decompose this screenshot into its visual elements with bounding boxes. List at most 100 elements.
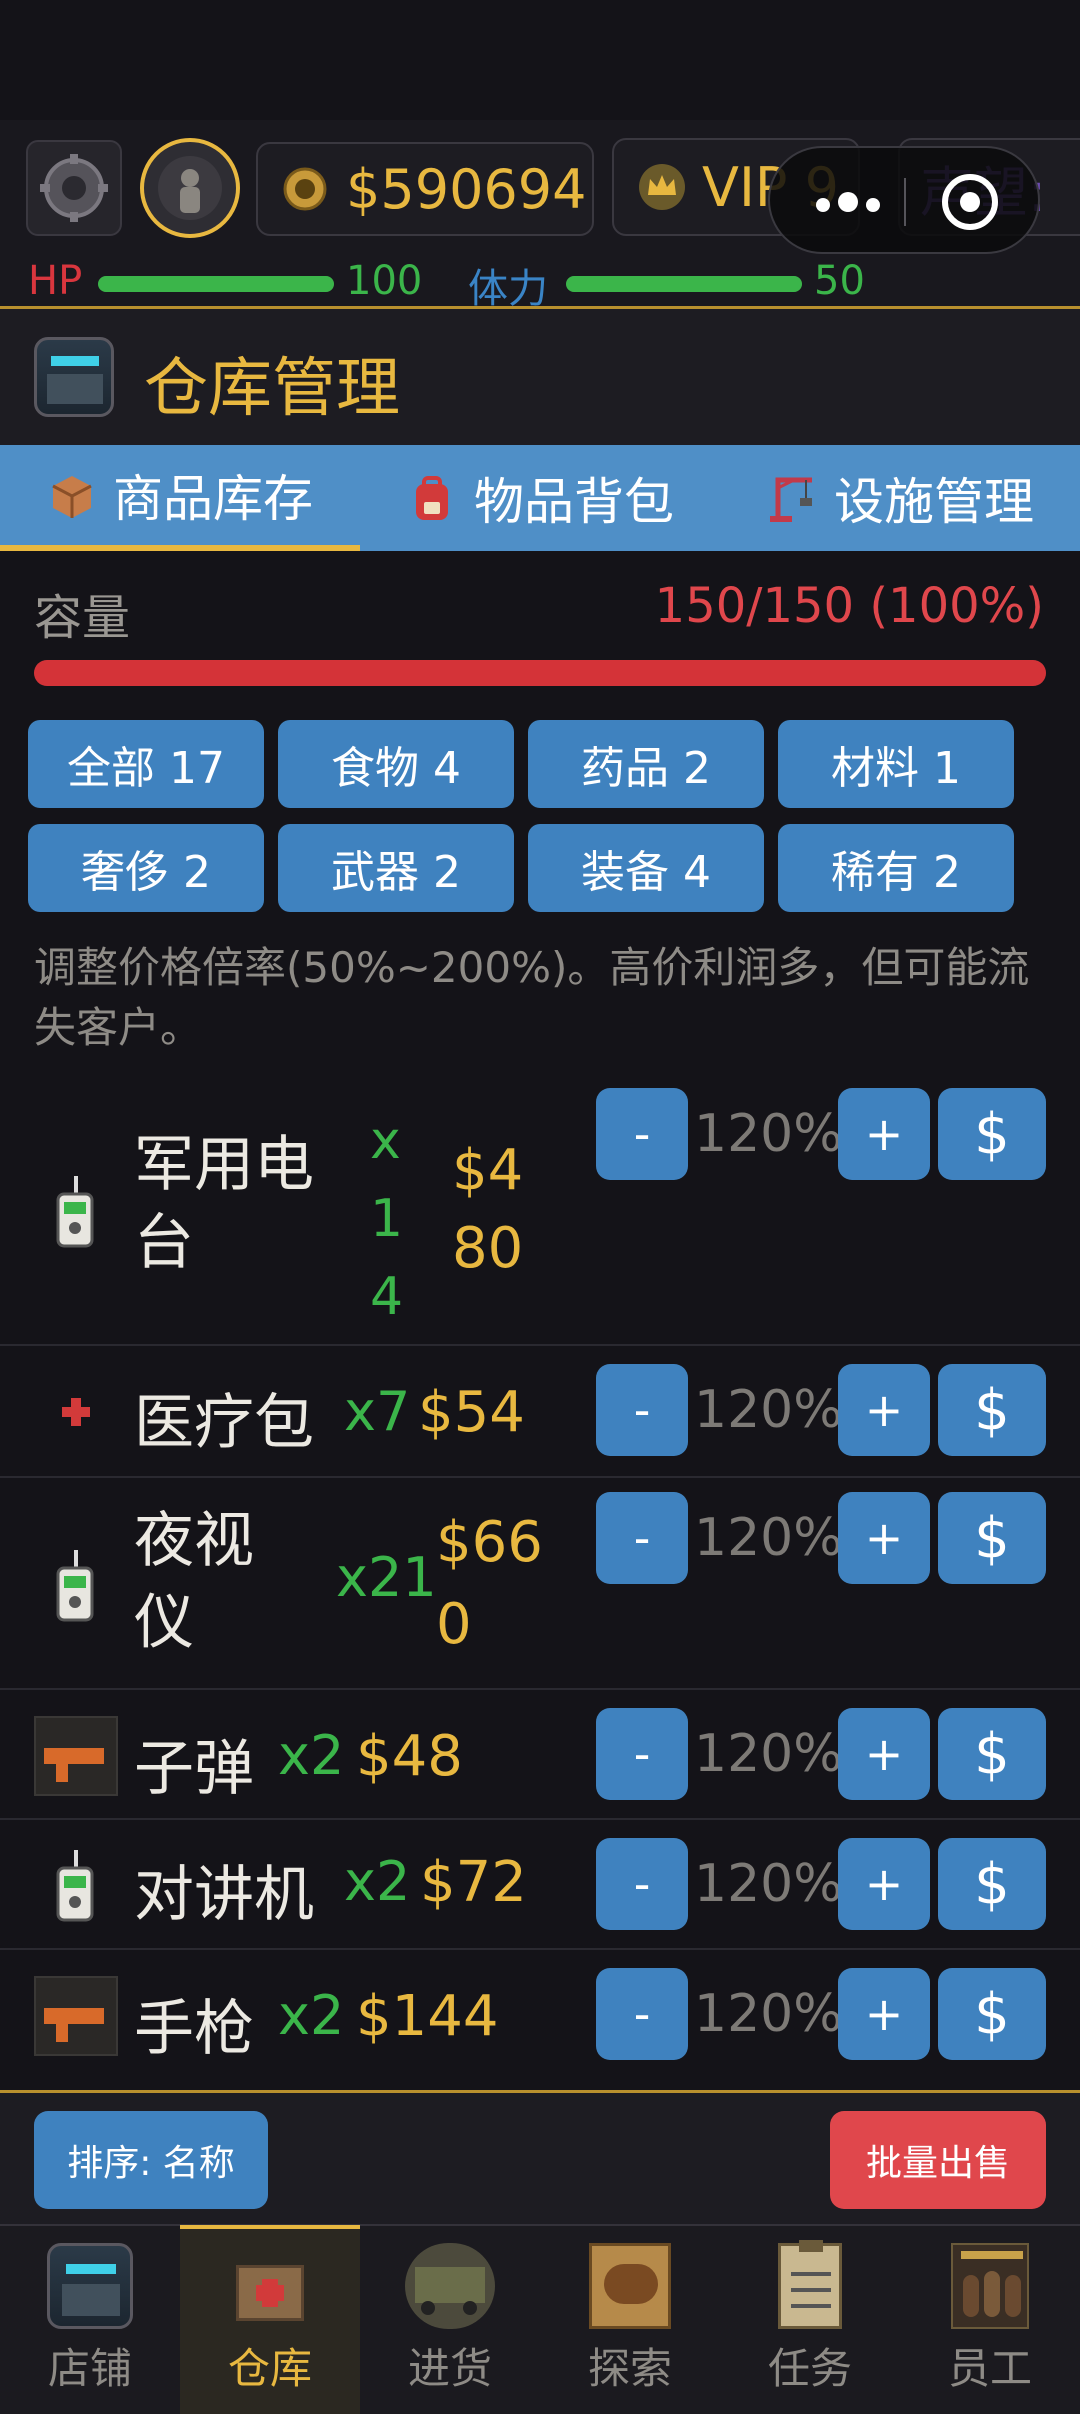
sell-button[interactable]: $: [938, 1708, 1046, 1800]
action-bar: 排序: 名称 批量出售: [0, 2090, 1080, 2224]
nav-tasks[interactable]: 任务: [720, 2225, 900, 2414]
close-target-icon[interactable]: [942, 174, 998, 230]
tab-facilities[interactable]: 设施管理: [720, 445, 1080, 551]
price-rate: 120%: [694, 1984, 843, 2044]
price-rate: 120%: [694, 1104, 843, 1164]
item-row: 子弹 x2 $48 - 120% + $: [0, 1690, 1080, 1820]
sort-button[interactable]: 排序: 名称: [34, 2111, 268, 2209]
increase-price-button[interactable]: +: [838, 1708, 930, 1800]
shop-icon: [47, 2243, 133, 2329]
nav-label: 仓库: [227, 2344, 312, 2393]
item-qty: x2: [278, 1984, 345, 2047]
sell-button[interactable]: $: [938, 1838, 1046, 1930]
radio-icon: [56, 1176, 94, 1248]
tab-label: 物品背包: [474, 473, 674, 531]
more-dots-icon[interactable]: [808, 188, 898, 218]
tab-bar: 商品库存 物品背包 设施管理: [0, 445, 1080, 551]
tab-inventory[interactable]: 商品库存: [0, 445, 360, 551]
crane-icon: [770, 477, 812, 522]
decrease-price-button[interactable]: -: [596, 1088, 688, 1180]
item-qty: x2: [278, 1724, 345, 1787]
stamina-bar-fill: [566, 276, 802, 292]
item-price: $54: [418, 1380, 525, 1445]
item-price: $660: [436, 1510, 543, 1657]
sell-button[interactable]: $: [938, 1088, 1046, 1180]
filter-equipment[interactable]: 装备 4: [528, 824, 764, 912]
capacity-value: 150/150 (100%): [654, 578, 1044, 634]
clipboard-icon: [778, 2240, 842, 2329]
box-icon: [52, 476, 92, 518]
nav-label: 店铺: [47, 2344, 132, 2393]
increase-price-button[interactable]: +: [838, 1088, 930, 1180]
gun-icon: [34, 1976, 118, 2056]
filter-weapon[interactable]: 武器 2: [278, 824, 514, 912]
sell-button[interactable]: $: [938, 1364, 1046, 1456]
avatar[interactable]: [140, 138, 240, 238]
price-rate: 120%: [694, 1508, 843, 1568]
nav-shop[interactable]: 店铺: [0, 2225, 180, 2414]
increase-price-button[interactable]: +: [838, 1968, 930, 2060]
tab-backpack[interactable]: 物品背包: [360, 445, 720, 551]
decrease-price-button[interactable]: -: [596, 1492, 688, 1584]
item-price: $480: [452, 1138, 524, 1281]
item-row: 手枪 x2 $144 - 120% + $: [0, 1950, 1080, 2090]
nav-label: 探索: [587, 2344, 672, 2393]
nav-label: 进货: [407, 2344, 492, 2393]
item-name: 医疗包: [134, 1388, 314, 1458]
sell-button[interactable]: $: [938, 1968, 1046, 2060]
nav-restock[interactable]: 进货: [360, 2225, 540, 2414]
item-row: 对讲机 x2 $72 - 120% + $: [0, 1820, 1080, 1950]
nav-warehouse[interactable]: 仓库: [180, 2225, 360, 2414]
nav-label: 员工: [947, 2344, 1032, 2393]
price-rate: 120%: [694, 1380, 843, 1440]
filter-material[interactable]: 材料 1: [778, 720, 1014, 808]
filter-medicine[interactable]: 药品 2: [528, 720, 764, 808]
filter-all[interactable]: 全部 17: [28, 720, 264, 808]
tab-label: 设施管理: [834, 473, 1034, 531]
item-price: $48: [356, 1724, 463, 1789]
decrease-price-button[interactable]: -: [596, 1968, 688, 2060]
price-rate: 120%: [694, 1854, 843, 1914]
item-name: 手枪: [134, 1994, 254, 2064]
filter-food[interactable]: 食物 4: [278, 720, 514, 808]
hp-label: HP: [28, 258, 83, 304]
item-row: 医疗包 x7 $54 - 120% + $: [0, 1346, 1080, 1478]
item-row: 军用电台 x14 $480 - 120% + $: [0, 1060, 1080, 1346]
item-name: 对讲机: [134, 1860, 314, 1930]
hp-bar: [98, 276, 334, 292]
shop-thumbnail-icon: [34, 337, 114, 417]
warehouse-icon: [228, 2245, 312, 2329]
capacity-bar: [34, 660, 1046, 686]
stamina-value: 50: [814, 258, 865, 304]
item-name: 军用电台: [134, 1130, 314, 1278]
medkit-icon: [62, 1398, 90, 1426]
capacity-bar-fill: [34, 660, 1046, 686]
gun-icon: [34, 1716, 118, 1796]
coin-icon: [283, 167, 327, 211]
increase-price-button[interactable]: +: [838, 1364, 930, 1456]
price-hint: 调整价格倍率(50%~200%)。高价利润多，但可能流失客户。: [34, 943, 1030, 1052]
filter-rare[interactable]: 稀有 2: [778, 824, 1014, 912]
page-title: 仓库管理: [144, 352, 400, 426]
decrease-price-button[interactable]: -: [596, 1838, 688, 1930]
capacity-label: 容量: [34, 590, 131, 646]
radio-icon: [56, 1850, 94, 1922]
increase-price-button[interactable]: +: [838, 1492, 930, 1584]
increase-price-button[interactable]: +: [838, 1838, 930, 1930]
price-rate: 120%: [694, 1724, 843, 1784]
decrease-price-button[interactable]: -: [596, 1708, 688, 1800]
miniprogram-capsule[interactable]: [768, 146, 1040, 254]
item-name: 子弹: [134, 1734, 254, 1804]
nav-staff[interactable]: 员工: [900, 2225, 1080, 2414]
item-price: $144: [356, 1984, 499, 2049]
crown-icon: [639, 164, 685, 210]
batch-sell-button[interactable]: 批量出售: [830, 2111, 1046, 2209]
team-icon: [951, 2243, 1029, 2329]
filter-luxury[interactable]: 奢侈 2: [28, 824, 264, 912]
decrease-price-button[interactable]: -: [596, 1364, 688, 1456]
item-qty: x2: [344, 1850, 411, 1913]
item-qty: x7: [344, 1380, 411, 1443]
nav-explore[interactable]: 探索: [540, 2225, 720, 2414]
sell-button[interactable]: $: [938, 1492, 1046, 1584]
settings-button[interactable]: [26, 140, 122, 236]
